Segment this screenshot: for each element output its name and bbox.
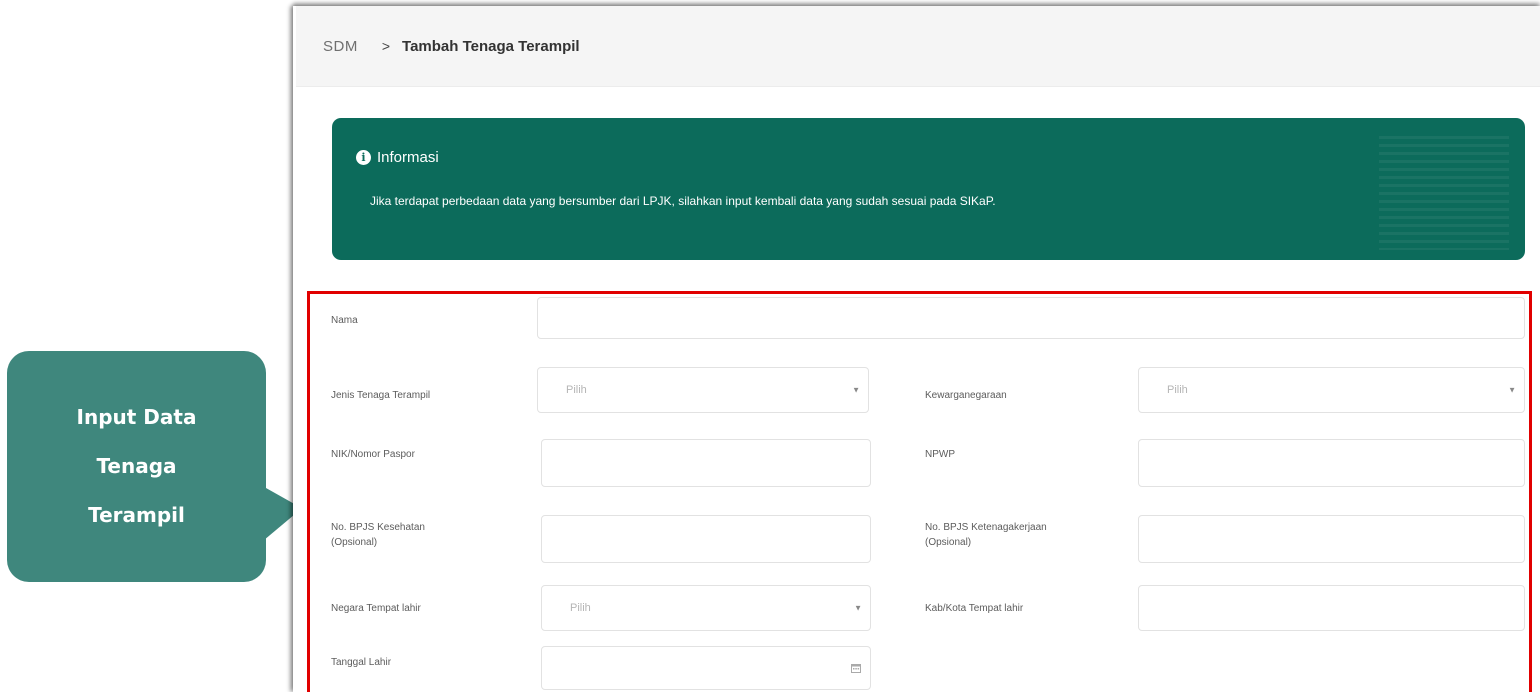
bpjs-kesehatan-input[interactable] xyxy=(541,515,871,563)
kewarganegaraan-label: Kewarganegaraan xyxy=(925,390,1007,401)
npwp-label: NPWP xyxy=(925,449,955,460)
breadcrumb-root-link[interactable]: SDM xyxy=(323,38,358,55)
callout-bubble: Input Data Tenaga Terampil xyxy=(7,351,266,582)
negara-tempat-lahir-select[interactable]: Pilih ▼ xyxy=(541,585,871,631)
jenis-select-value: Pilih xyxy=(566,384,587,396)
negara-label: Negara Tempat lahir xyxy=(331,603,421,614)
tanggal-lahir-label: Tanggal Lahir xyxy=(331,657,392,668)
info-icon: i xyxy=(356,150,371,165)
calendar-icon[interactable] xyxy=(851,663,861,673)
bpjs-kesehatan-label: No. BPJS Kesehatan (Opsional) xyxy=(331,522,425,548)
negara-select-value: Pilih xyxy=(570,602,591,614)
jenis-tenaga-select[interactable]: Pilih ▼ xyxy=(537,367,869,413)
caret-down-icon: ▼ xyxy=(854,603,862,613)
chevron-right-icon: > xyxy=(381,38,391,54)
tanggal-lahir-input[interactable] xyxy=(541,646,871,690)
nik-label: NIK/Nomor Paspor xyxy=(331,449,415,460)
nama-label: Nama xyxy=(331,315,358,326)
nik-input[interactable] xyxy=(541,439,871,487)
kota-label: Kab/Kota Tempat lahir xyxy=(925,603,1024,614)
caret-down-icon: ▼ xyxy=(1508,385,1516,395)
bpjs-ketenagakerjaan-label: No. BPJS Ketenagakerjaan (Opsional) xyxy=(925,522,1047,548)
npwp-input[interactable] xyxy=(1138,439,1525,487)
caret-down-icon: ▼ xyxy=(852,385,860,395)
bpjs-ketenagakerjaan-input[interactable] xyxy=(1138,515,1525,563)
jenis-label: Jenis Tenaga Terampil xyxy=(331,390,431,401)
nama-input[interactable] xyxy=(537,297,1525,339)
info-banner: i Informasi Jika terdapat perbedaan data… xyxy=(332,118,1525,260)
kewarganegaraan-select-value: Pilih xyxy=(1167,384,1188,396)
callout-line-1: Input Data xyxy=(76,405,197,429)
breadcrumb: SDM > Tambah Tenaga Terampil xyxy=(296,6,1540,87)
building-watermark-icon xyxy=(1379,136,1509,250)
callout-line-3: Terampil xyxy=(88,503,185,527)
info-title: Informasi xyxy=(377,149,439,166)
app-window: SDM > Tambah Tenaga Terampil i Informasi… xyxy=(293,6,1540,692)
callout-line-2: Tenaga xyxy=(96,454,177,478)
info-message: Jika terdapat perbedaan data yang bersum… xyxy=(370,194,996,208)
form-highlight-box xyxy=(307,291,1532,692)
info-header: i Informasi xyxy=(356,149,439,166)
page-title: Tambah Tenaga Terampil xyxy=(402,37,580,55)
kota-tempat-lahir-input[interactable] xyxy=(1138,585,1525,631)
kewarganegaraan-select[interactable]: Pilih ▼ xyxy=(1138,367,1525,413)
